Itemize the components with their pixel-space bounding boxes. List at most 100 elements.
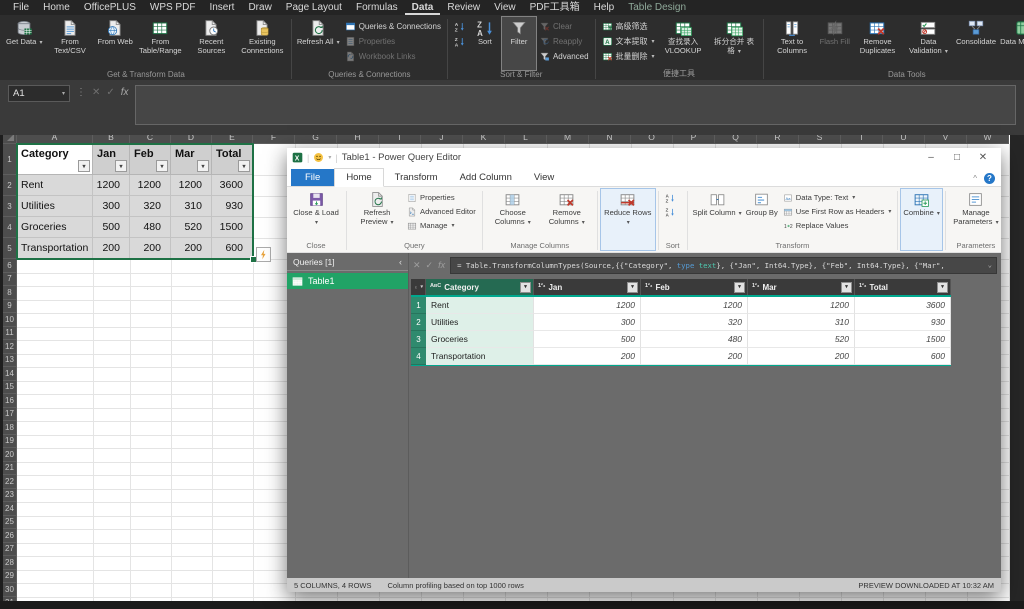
cell-D5[interactable]: 200 — [171, 238, 212, 259]
pq-cell-r3-c2[interactable]: 500 — [534, 331, 641, 348]
choose-columns-button[interactable]: Choose Columns ▾ — [486, 189, 540, 241]
cell-A3[interactable]: Utilities — [17, 196, 93, 217]
cell-E4[interactable]: 1500 — [212, 217, 253, 238]
row-header-5[interactable]: 5 — [3, 238, 17, 259]
maximize-button[interactable]: □ — [944, 152, 970, 163]
filter-dropdown-button[interactable]: ▾ — [841, 282, 852, 293]
filter-dropdown-button[interactable]: ▾ — [937, 282, 948, 293]
filter-dropdown-button[interactable]: ▾ — [115, 160, 127, 172]
row-header-22[interactable]: 22 — [3, 475, 17, 489]
pq-formula-input[interactable]: = Table.TransformColumnTypes(Source,{{"C… — [450, 257, 997, 274]
menu-tab-review[interactable]: Review — [440, 0, 487, 15]
menu-tab-draw[interactable]: Draw — [241, 0, 278, 15]
remove-columns-button[interactable]: Remove Columns ▾ — [540, 189, 594, 241]
smiley-feedback-icon[interactable] — [313, 152, 324, 163]
row-header-9[interactable]: 9 — [3, 300, 17, 314]
row-header-14[interactable]: 14 — [3, 367, 17, 381]
item-button[interactable]: 拆分合并 表格 ▾ — [709, 17, 760, 68]
workbook-links-button[interactable]: Workbook Links — [342, 49, 444, 63]
cell-B5[interactable]: 200 — [93, 238, 130, 259]
row-header-4[interactable]: 4 — [3, 217, 17, 238]
data-model-button[interactable]: Data Model ▾ — [998, 17, 1024, 70]
cell-D3[interactable]: 310 — [171, 196, 212, 217]
reduce-rows-button[interactable]: Reduce Rows ▾ — [601, 189, 655, 250]
table-header-category[interactable]: Category▾ — [17, 144, 93, 175]
combine-button[interactable]: Combine ▾ — [901, 189, 942, 250]
advanced-button[interactable]: Advanced — [536, 49, 592, 63]
menu-tab-data[interactable]: Data — [405, 0, 441, 15]
advanced-editor-button[interactable]: Advanced Editor — [404, 205, 479, 218]
pq-grid-corner-menu[interactable]: ▾ — [411, 279, 426, 295]
row-header-8[interactable]: 8 — [3, 286, 17, 300]
flash-fill-button[interactable]: Flash Fill — [818, 17, 852, 70]
menu-tab-file[interactable]: File — [6, 0, 36, 15]
cell-E5[interactable]: 600 — [212, 238, 253, 259]
row-header-21[interactable]: 21 — [3, 462, 17, 476]
pq-cell-r3-c3[interactable]: 480 — [641, 331, 748, 348]
row-header-12[interactable]: 12 — [3, 340, 17, 354]
row-header-16[interactable]: 16 — [3, 394, 17, 408]
clear-button[interactable]: Clear — [536, 19, 592, 33]
row-header-1[interactable]: 1 — [3, 144, 17, 175]
pq-column-header-jan[interactable]: 1²₃Jan▾ — [534, 279, 641, 295]
quick-analysis-button[interactable] — [256, 247, 271, 262]
pq-cell-r2-c4[interactable]: 310 — [748, 314, 855, 331]
cell-B3[interactable]: 300 — [93, 196, 130, 217]
menu-tab-help[interactable]: Help — [587, 0, 622, 15]
row-header-11[interactable]: 11 — [3, 327, 17, 341]
row-header-26[interactable]: 26 — [3, 529, 17, 543]
cell-E3[interactable]: 930 — [212, 196, 253, 217]
row-header-15[interactable]: 15 — [3, 381, 17, 395]
cell-C2[interactable]: 1200 — [130, 175, 171, 196]
properties-button[interactable]: Properties — [404, 191, 479, 204]
close-button[interactable]: ✕ — [970, 152, 996, 163]
filter-dropdown-button[interactable]: ▾ — [520, 282, 531, 293]
recent-sources-button[interactable]: Recent Sources — [186, 17, 237, 70]
minimize-button[interactable]: – — [918, 152, 944, 163]
table-header-total[interactable]: Total▾ — [212, 144, 253, 175]
pq-row-number[interactable]: 4 — [411, 348, 426, 365]
row-header-29[interactable]: 29 — [3, 570, 17, 584]
row-header-18[interactable]: 18 — [3, 421, 17, 435]
chevron-down-icon[interactable]: ▾ — [328, 154, 331, 161]
menu-tab-insert[interactable]: Insert — [202, 0, 241, 15]
row-header-7[interactable]: 7 — [3, 273, 17, 287]
split-column-button[interactable]: Split Column ▾ — [691, 189, 744, 241]
pq-cell-r1-c2[interactable]: 1200 — [534, 297, 641, 314]
menu-tab-view[interactable]: View — [487, 0, 523, 15]
cell-C5[interactable]: 200 — [130, 238, 171, 259]
refresh-preview-button[interactable]: Refresh Preview ▾ — [350, 189, 404, 241]
table-header-mar[interactable]: Mar▾ — [171, 144, 212, 175]
filter-dropdown-button[interactable]: ▾ — [197, 160, 209, 172]
filter-dropdown-button[interactable]: ▾ — [734, 282, 745, 293]
reapply-button[interactable]: Reapply — [536, 34, 592, 48]
pq-cell-r3-c5[interactable]: 1500 — [855, 331, 951, 348]
text-to-columns-button[interactable]: Text to Columns — [767, 17, 818, 70]
properties-button[interactable]: Properties — [342, 34, 444, 48]
cell-E2[interactable]: 3600 — [212, 175, 253, 196]
row-header-24[interactable]: 24 — [3, 502, 17, 516]
row-header-6[interactable]: 6 — [3, 259, 17, 273]
pq-column-header-category[interactable]: ABCCategory▾ — [426, 279, 534, 295]
cell-A5[interactable]: Transportation — [17, 238, 93, 259]
menu-tab-page-layout[interactable]: Page Layout — [279, 0, 349, 15]
pq-cell-r1-c4[interactable]: 1200 — [748, 297, 855, 314]
pq-title-bar[interactable]: X | ▾ | Table1 - Power Query Editor – □ … — [287, 148, 1001, 167]
pq-cell-r4-c1[interactable]: Transportation — [426, 348, 534, 365]
menu-tab-formulas[interactable]: Formulas — [349, 0, 405, 15]
filter-dropdown-button[interactable]: ▾ — [238, 160, 250, 172]
from-web-button[interactable]: From Web — [96, 17, 135, 70]
pq-cell-r2-c5[interactable]: 930 — [855, 314, 951, 331]
data-type-text-button[interactable]: AaData Type: Text▾ — [780, 191, 895, 204]
row-header-10[interactable]: 10 — [3, 313, 17, 327]
pq-cell-r4-c5[interactable]: 600 — [855, 348, 951, 365]
item-button[interactable]: AZ — [662, 191, 678, 204]
item-button[interactable]: 高级筛选 — [599, 19, 658, 33]
pq-tab-add-column[interactable]: Add Column — [449, 169, 523, 186]
refresh-all-button[interactable]: Refresh All ▾ — [295, 17, 342, 70]
filter-button[interactable]: Filter — [502, 17, 536, 70]
data-validation-button[interactable]: Data Validation ▾ — [903, 17, 954, 70]
from-table-range-button[interactable]: From Table/Range — [135, 17, 186, 70]
item-button[interactable]: 批量删除▾ — [599, 49, 658, 63]
row-header-27[interactable]: 27 — [3, 543, 17, 557]
